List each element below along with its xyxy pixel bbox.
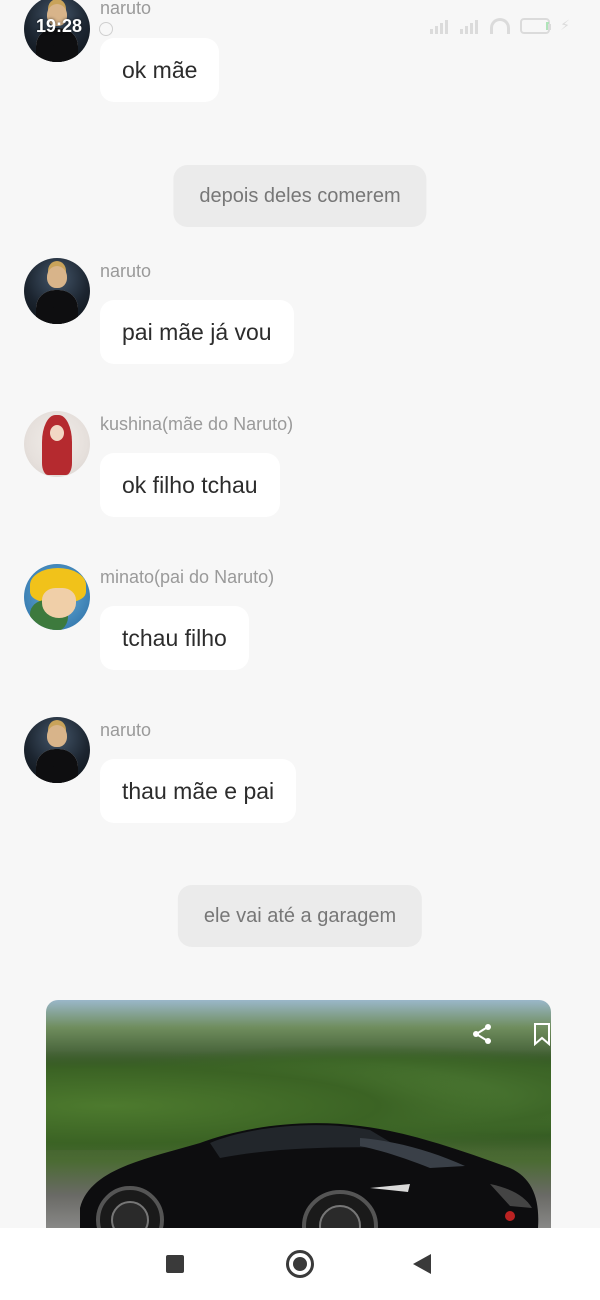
message-bubble[interactable]: pai mãe já vou: [100, 300, 294, 364]
navigation-bar: [0, 1228, 600, 1300]
share-icon[interactable]: [470, 1022, 494, 1051]
sender-name: naruto: [100, 720, 152, 740]
battery-icon: [520, 17, 552, 34]
message-bubble[interactable]: ok filho tchau: [100, 453, 280, 517]
car-image[interactable]: [46, 1000, 551, 1230]
message-bubble[interactable]: thau mãe e pai: [100, 759, 297, 823]
home-button[interactable]: [286, 1250, 314, 1278]
wifi-icon: [490, 17, 511, 34]
signal-icon: [460, 18, 480, 34]
car-illustration: [80, 1123, 539, 1230]
avatar[interactable]: [24, 564, 90, 630]
signal-icon: [430, 18, 450, 34]
bookmark-icon[interactable]: [532, 1022, 551, 1051]
sender-name: naruto: [100, 261, 152, 281]
status-icons: ⚡: [430, 17, 570, 34]
status-time: 19:28: [36, 16, 83, 36]
sender-name: kushina(mãe do Naruto): [100, 414, 294, 434]
avatar[interactable]: [24, 717, 90, 783]
narration-bubble[interactable]: ele vai até a garagem: [177, 885, 423, 947]
sender-name: naruto: [100, 0, 152, 18]
recents-button[interactable]: [166, 1255, 184, 1273]
narration-bubble[interactable]: depois deles comerem: [173, 165, 427, 227]
back-button[interactable]: [413, 1254, 431, 1274]
sender-name: minato(pai do Naruto): [100, 567, 275, 587]
message-bubble[interactable]: ok mãe: [100, 38, 220, 102]
clock-icon: [99, 22, 113, 36]
avatar[interactable]: [24, 411, 90, 477]
message-bubble[interactable]: tchau filho: [100, 606, 249, 670]
avatar[interactable]: [24, 258, 90, 324]
charging-icon: ⚡: [560, 17, 570, 33]
